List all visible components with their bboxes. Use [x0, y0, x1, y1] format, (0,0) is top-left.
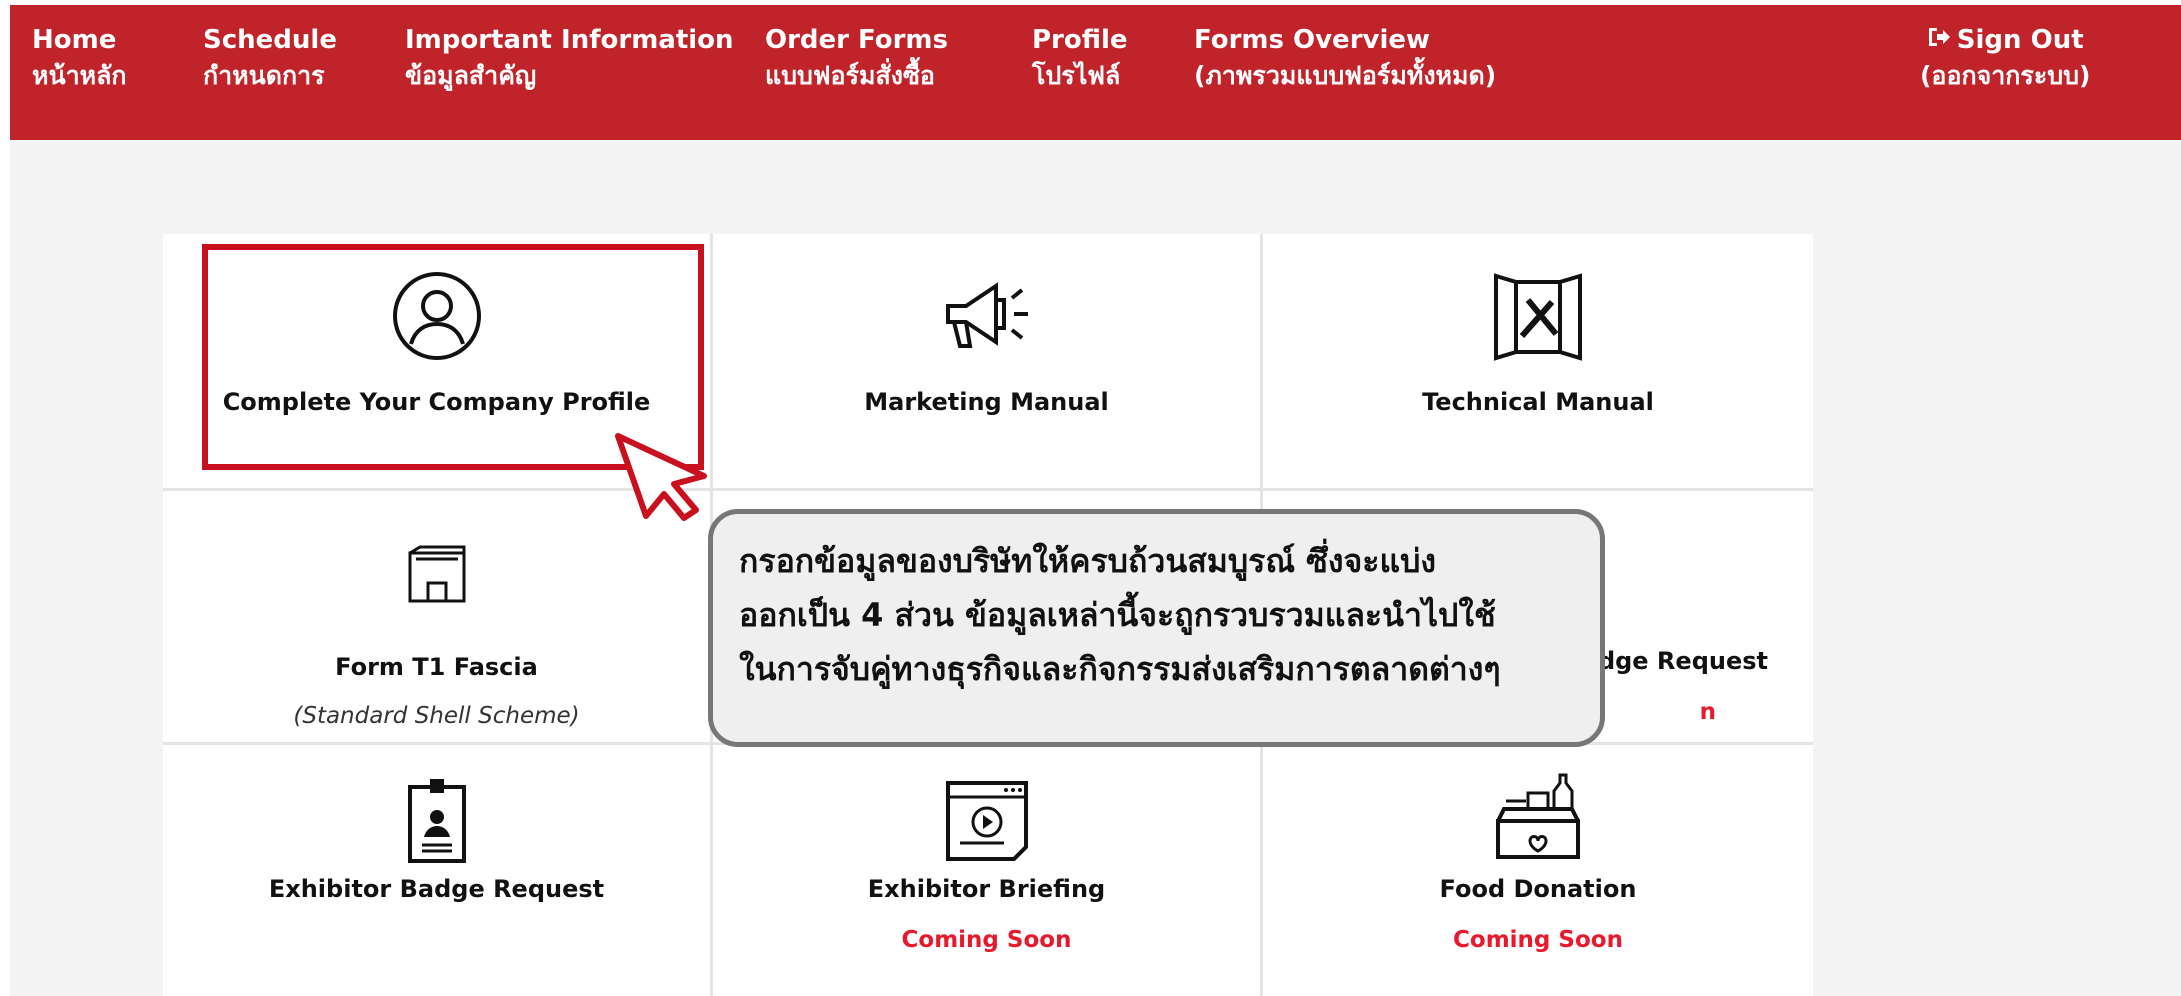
card-exhibitor-briefing-label: Exhibitor Briefing: [867, 875, 1106, 903]
pointer-arrow-icon: [612, 432, 712, 526]
top-nav: Home หน้าหลัก Schedule กำหนดการ Importan…: [10, 5, 2181, 140]
nav-home-en: Home: [32, 25, 117, 55]
sign-out-icon: [1927, 23, 1951, 58]
megaphone-icon: [942, 276, 1032, 356]
user-circle-icon: [391, 270, 483, 366]
card-exhibitor-badge-label: Exhibitor Badge Request: [268, 875, 605, 903]
nav-forms-overview-en: Forms Overview: [1194, 25, 1431, 55]
nav-profile-th: โปรไฟล์: [1032, 61, 1121, 90]
nav-important-en: Important Information: [405, 25, 734, 55]
sign-out-button[interactable]: Sign Out (ออกจากระบบ): [1920, 23, 2090, 93]
tools-icon: [1492, 270, 1584, 366]
card-food-donation-label: Food Donation: [1439, 875, 1637, 903]
card-exhibitor-briefing[interactable]: Exhibitor Briefing Coming Soon: [713, 745, 1260, 996]
sign-out-label-th: (ออกจากระบบ): [1920, 61, 2091, 90]
nav-home-th: หน้าหลัก: [32, 61, 127, 90]
nav-forms-overview[interactable]: Forms Overview (ภาพรวมแบบฟอร์มทั้งหมด): [1194, 23, 1496, 93]
card-form-t1-fascia-subtitle: (Standard Shell Scheme): [293, 703, 580, 729]
video-icon: [944, 779, 1030, 867]
nav-order-forms-en: Order Forms: [765, 25, 949, 55]
nav-profile-en: Profile: [1032, 25, 1128, 55]
nav-profile[interactable]: Profile โปรไฟล์: [1032, 23, 1128, 93]
nav-home[interactable]: Home หน้าหลัก: [32, 23, 127, 93]
sign-out-label: Sign Out: [1956, 25, 2084, 55]
tooltip-line-1: กรอกข้อมูลของบริษัทให้ครบถ้วนสมบูรณ์ ซึ่…: [739, 542, 1436, 580]
card-technical-manual[interactable]: Technical Manual: [1263, 234, 1813, 488]
nav-schedule[interactable]: Schedule กำหนดการ: [203, 23, 337, 93]
food-box-icon: [1494, 771, 1582, 865]
card-company-profile-label: Complete Your Company Profile: [222, 388, 651, 416]
card-food-donation-status: Coming Soon: [1453, 927, 1623, 953]
card-food-donation[interactable]: Food Donation Coming Soon: [1263, 745, 1813, 996]
badge-icon: [406, 777, 468, 869]
nav-important-information[interactable]: Important Information ข้อมูลสำคัญ: [405, 23, 734, 93]
card-form-t1-fascia-label: Form T1 Fascia: [335, 653, 538, 681]
nav-schedule-th: กำหนดการ: [203, 61, 325, 90]
nav-order-forms-th: แบบฟอร์มสั่งซื้อ: [765, 61, 935, 90]
tooltip-line-2: ออกเป็น 4 ส่วน ข้อมูลเหล่านี้จะถูกรวบรวม…: [739, 596, 1496, 634]
tooltip-line-3: ในการจับคู่ทางธุรกิจและกิจกรรมส่งเสริมกา…: [739, 650, 1501, 688]
nav-forms-overview-th: (ภาพรวมแบบฟอร์มทั้งหมด): [1194, 61, 1497, 90]
nav-schedule-en: Schedule: [203, 25, 337, 55]
card-technical-manual-label: Technical Manual: [1422, 388, 1654, 416]
card-exhibitor-briefing-status: Coming Soon: [901, 927, 1072, 953]
sign-out-en-row: Sign Out: [1920, 23, 2090, 58]
nav-order-forms[interactable]: Order Forms แบบฟอร์มสั่งซื้อ: [765, 23, 948, 93]
card-marketing-manual[interactable]: Marketing Manual: [713, 234, 1260, 488]
nav-important-th: ข้อมูลสำคัญ: [405, 61, 537, 90]
card-exhibitor-badge[interactable]: Exhibitor Badge Request: [163, 745, 710, 996]
booth-icon: [404, 545, 470, 611]
tooltip-callout: กรอกข้อมูลของบริษัทให้ครบถ้วนสมบูรณ์ ซึ่…: [708, 509, 1605, 747]
card-form-t1-fascia[interactable]: Form T1 Fascia (Standard Shell Scheme): [163, 491, 710, 742]
card-marketing-manual-label: Marketing Manual: [864, 388, 1109, 416]
